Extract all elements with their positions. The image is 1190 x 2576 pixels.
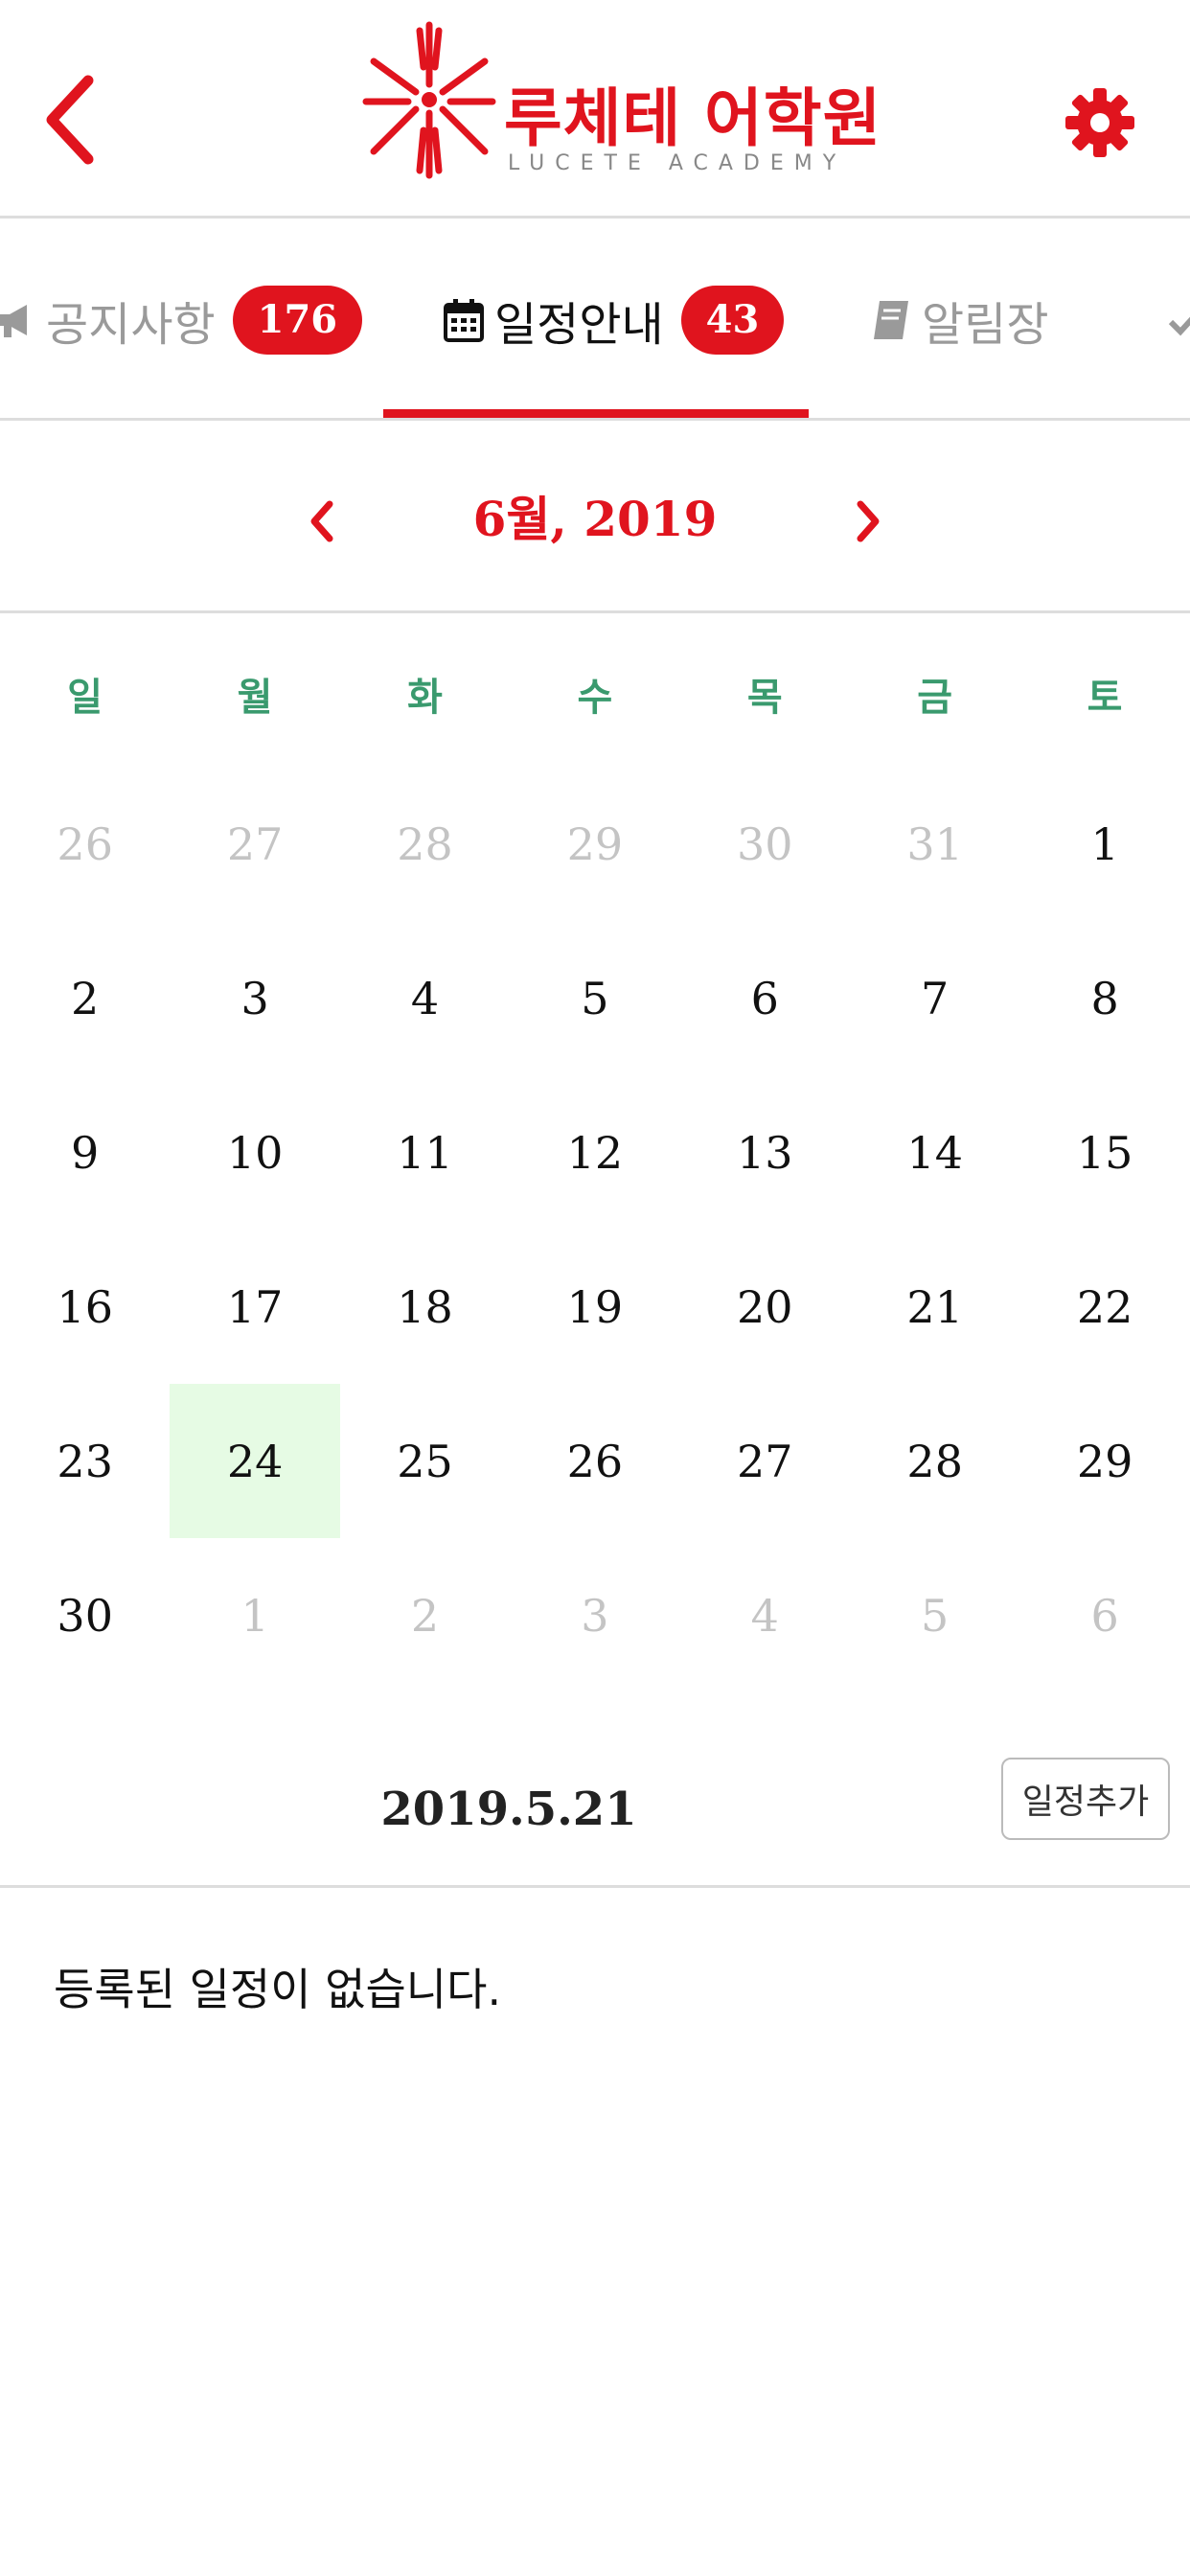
- calendar-day[interactable]: 18: [340, 1230, 510, 1384]
- logo-name: 루체테 어학원: [504, 81, 882, 155]
- calendar-icon: [444, 298, 484, 342]
- calendar-day[interactable]: 4: [340, 921, 510, 1075]
- calendar-day-other-month[interactable]: 29: [510, 767, 679, 921]
- calendar-day[interactable]: 19: [510, 1230, 679, 1384]
- gear-icon: [1065, 88, 1134, 157]
- tab-notebook-label: 알림장: [922, 297, 1049, 352]
- calendar-day[interactable]: 14: [850, 1075, 1019, 1230]
- calendar-day[interactable]: 27: [680, 1384, 850, 1538]
- month-title: 6월, 2019: [472, 491, 718, 547]
- calendar-day-other-month[interactable]: 30: [680, 767, 850, 921]
- calendar-day[interactable]: 1: [1019, 767, 1189, 921]
- selected-date-bar: 2019.5.21 일정추가: [0, 1746, 1190, 1888]
- calendar-day-other-month[interactable]: 1: [170, 1538, 339, 1692]
- weekday-label: 수: [577, 676, 613, 720]
- calendar-day[interactable]: 7: [850, 921, 1019, 1075]
- book-icon: [874, 300, 908, 339]
- calendar-day-other-month[interactable]: 27: [170, 767, 339, 921]
- calendar-day[interactable]: 3: [170, 921, 339, 1075]
- calendar-day[interactable]: 28: [850, 1384, 1019, 1538]
- weekday-label: 목: [746, 676, 783, 720]
- calendar-day-other-month[interactable]: 2: [340, 1538, 510, 1692]
- calendar-day-grid: 26 27 28 29 30 31 1 2 3 4 5 6 7 8 9 10 11 12 13 14 15 16 17 18 1…: [0, 767, 1190, 1687]
- weekday-header: 일 월 화 수 목 금 토: [0, 666, 1190, 743]
- logo-starburst-icon: [362, 21, 496, 179]
- megaphone-icon: [0, 304, 27, 337]
- tab-notices-badge: 176: [232, 285, 363, 355]
- tab-schedule-label: 일정안내: [494, 297, 664, 352]
- active-tab-indicator: [383, 409, 809, 418]
- add-schedule-button[interactable]: 일정추가: [1001, 1758, 1170, 1840]
- chevron-right-icon: [857, 500, 880, 542]
- tab-notices-label: 공지사항: [46, 297, 216, 352]
- calendar-day[interactable]: 11: [340, 1075, 510, 1230]
- calendar-day[interactable]: 5: [510, 921, 679, 1075]
- calendar-day[interactable]: 23: [0, 1384, 170, 1538]
- tab-schedule[interactable]: 일정안내 43: [443, 221, 785, 418]
- calendar-day[interactable]: 21: [850, 1230, 1019, 1384]
- calendar-day-other-month[interactable]: 5: [850, 1538, 1019, 1692]
- calendar-day[interactable]: 13: [680, 1075, 850, 1230]
- weekday-label: 화: [407, 676, 443, 720]
- calendar-day[interactable]: 6: [680, 921, 850, 1075]
- weekday-label: 월: [237, 676, 273, 720]
- academy-logo: 루체테 어학원 LUCETE ACADEMY: [362, 17, 881, 190]
- weekday-label: 토: [1087, 676, 1123, 720]
- tab-notebook[interactable]: 알림장: [870, 221, 1048, 418]
- back-button[interactable]: [38, 67, 105, 172]
- calendar-day-other-month[interactable]: 6: [1019, 1538, 1189, 1692]
- calendar-day-today[interactable]: 24: [170, 1384, 340, 1538]
- empty-schedule-message: 등록된 일정이 없습니다.: [54, 1964, 502, 2015]
- check-icon: [1168, 316, 1190, 335]
- weekday-label: 일: [67, 676, 103, 720]
- calendar-day[interactable]: 2: [0, 921, 170, 1075]
- app-header: 루체테 어학원 LUCETE ACADEMY: [0, 0, 1190, 218]
- calendar-day[interactable]: 16: [0, 1230, 170, 1384]
- settings-button[interactable]: [1064, 86, 1136, 159]
- selected-date: 2019.5.21: [380, 1782, 637, 1836]
- calendar-day[interactable]: 29: [1019, 1384, 1189, 1538]
- calendar-day[interactable]: 8: [1019, 921, 1189, 1075]
- calendar-day-other-month[interactable]: 31: [850, 767, 1019, 921]
- calendar-day[interactable]: 25: [340, 1384, 510, 1538]
- tab-more-partial[interactable]: [1167, 221, 1190, 418]
- calendar-day-other-month[interactable]: 26: [0, 767, 170, 921]
- calendar-day[interactable]: 9: [0, 1075, 170, 1230]
- calendar-day[interactable]: 20: [680, 1230, 850, 1384]
- calendar-day[interactable]: 12: [510, 1075, 679, 1230]
- calendar-day[interactable]: 10: [170, 1075, 339, 1230]
- calendar-day-other-month[interactable]: 3: [510, 1538, 679, 1692]
- month-navigation: 6월, 2019: [0, 424, 1190, 613]
- calendar-day-other-month[interactable]: 4: [680, 1538, 850, 1692]
- calendar-day[interactable]: 17: [170, 1230, 339, 1384]
- tab-schedule-badge: 43: [680, 285, 785, 355]
- logo-subtitle: LUCETE ACADEMY: [508, 151, 847, 175]
- weekday-label: 금: [917, 676, 953, 720]
- calendar-day-other-month[interactable]: 28: [340, 767, 510, 921]
- next-month-button[interactable]: [835, 483, 903, 558]
- tab-bar: 공지사항 176 일정안내 43 알림장: [0, 221, 1190, 421]
- calendar-day[interactable]: 15: [1019, 1075, 1189, 1230]
- calendar-day[interactable]: 26: [510, 1384, 679, 1538]
- tab-notices[interactable]: 공지사항 176: [0, 221, 363, 418]
- chevron-left-icon: [46, 75, 94, 165]
- calendar-day[interactable]: 22: [1019, 1230, 1189, 1384]
- calendar-day[interactable]: 30: [0, 1538, 170, 1692]
